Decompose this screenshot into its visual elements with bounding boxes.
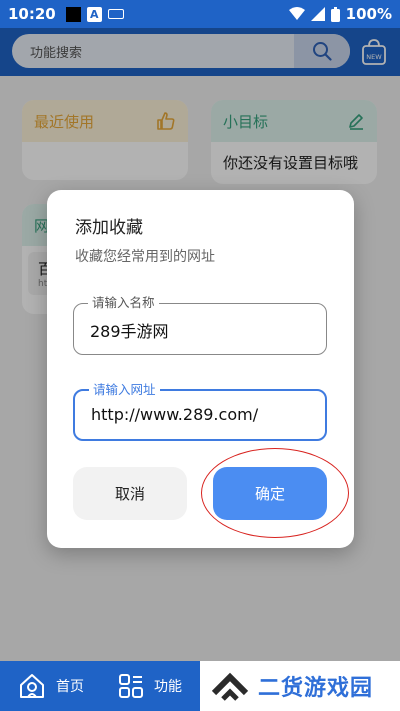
nav-functions-label: 功能	[154, 679, 182, 695]
status-bar: 10:20 A 100%	[0, 0, 400, 28]
watermark-logo-icon	[212, 672, 248, 701]
watermark-text: 二货游戏园	[258, 676, 374, 701]
nav-functions[interactable]: 功能	[118, 673, 182, 699]
url-field-label: 请输入网址	[89, 382, 160, 398]
cancel-button[interactable]: 取消	[73, 467, 187, 520]
bottom-nav: 首页 功能 二货游戏园	[0, 661, 400, 711]
status-time: 10:20	[8, 5, 56, 23]
signal-icon	[310, 7, 325, 21]
notification-icon	[65, 6, 81, 22]
name-field-label: 请输入名称	[88, 295, 159, 311]
a-app-icon: A	[86, 6, 102, 22]
wifi-icon	[288, 7, 305, 20]
battery-icon	[330, 6, 340, 22]
battery-percent: 100%	[345, 5, 392, 23]
grid-icon	[119, 674, 143, 698]
nav-home-label: 首页	[56, 679, 84, 695]
name-field[interactable]: 请输入名称 289手游网	[73, 295, 327, 355]
status-right: 100%	[288, 5, 392, 23]
url-field[interactable]: 请输入网址 http://www.289.com/	[73, 382, 327, 441]
confirm-button[interactable]: 确定	[213, 467, 327, 520]
keyboard-icon	[107, 9, 124, 19]
nav-home[interactable]: 首页	[18, 672, 84, 700]
dialog-subtitle: 收藏您经常用到的网址	[75, 249, 215, 265]
home-icon	[20, 674, 44, 698]
watermark: 二货游戏园	[200, 661, 400, 711]
dialog-title: 添加收藏	[75, 218, 143, 238]
url-field-value[interactable]: http://www.289.com/	[91, 405, 258, 424]
name-field-value[interactable]: 289手游网	[90, 318, 169, 342]
add-favorite-dialog: 添加收藏 收藏您经常用到的网址 请输入名称 289手游网 请输入网址 http:…	[47, 190, 354, 548]
